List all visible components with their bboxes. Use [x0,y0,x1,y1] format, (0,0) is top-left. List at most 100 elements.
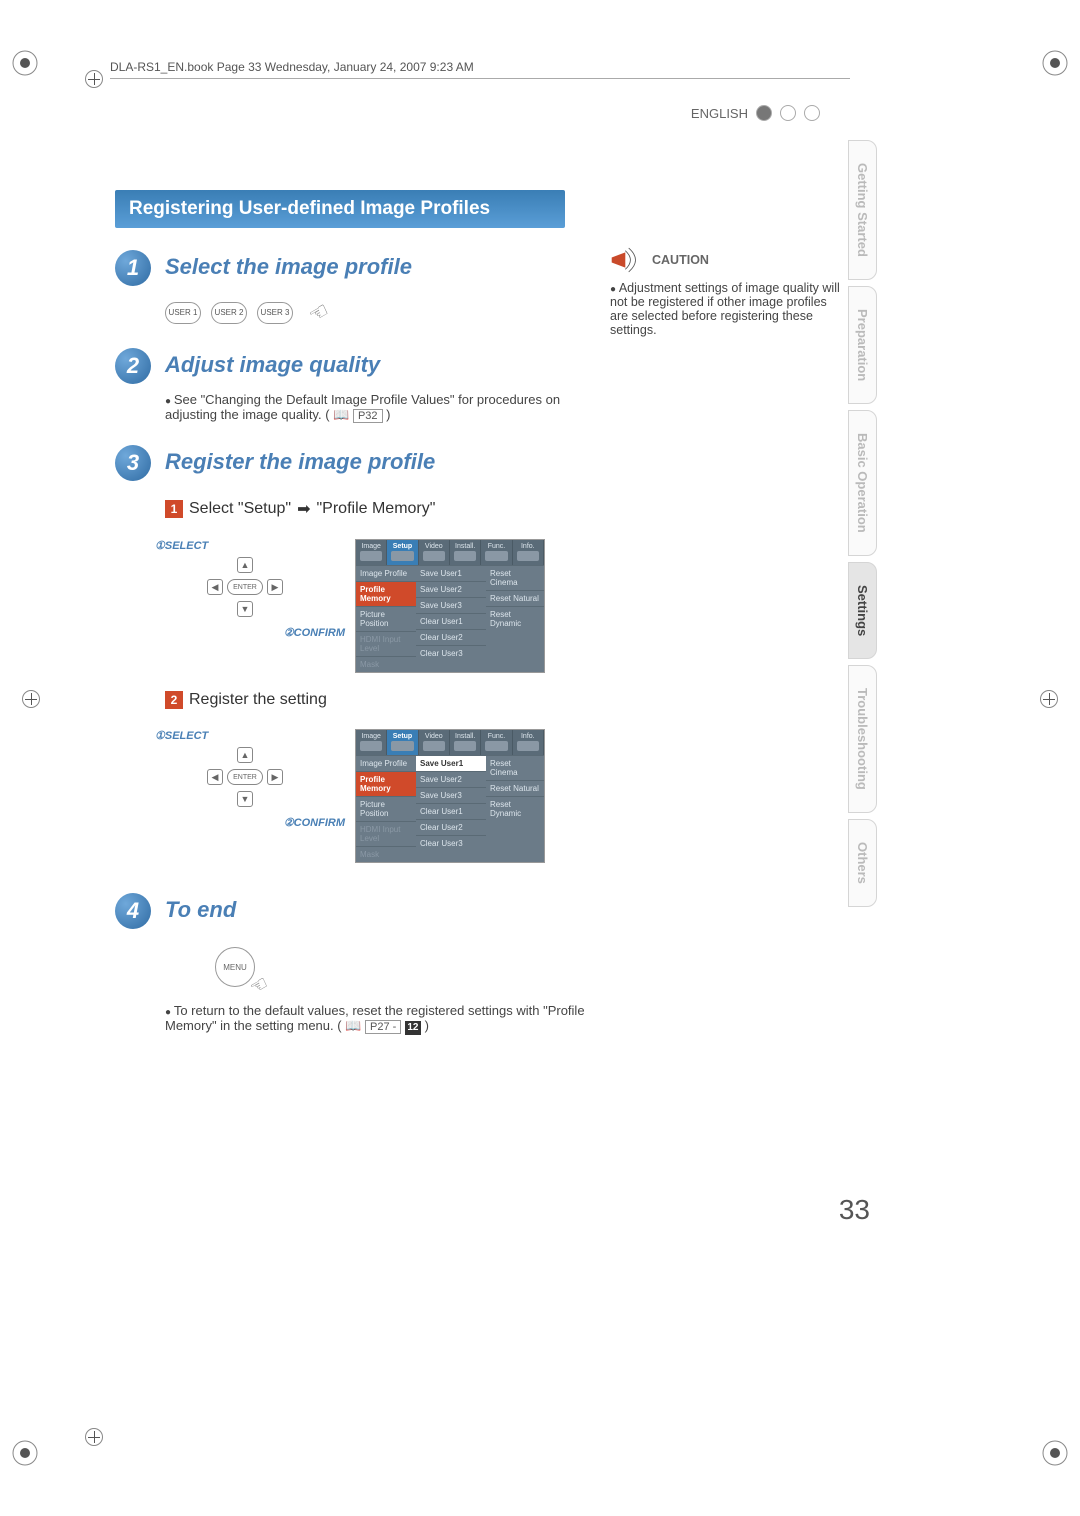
dpad-up-button[interactable]: ▲ [237,747,253,763]
osd-row: Reset Dynamic [486,606,544,631]
substep-badge: 1 [165,500,183,518]
lang-dot-icon [780,105,796,121]
osd-row: Clear User1 [416,613,486,629]
osd-row: Save User3 [416,597,486,613]
dpad-down-button[interactable]: ▼ [237,601,253,617]
language-indicator: ENGLISH [691,105,820,121]
side-tab-settings[interactable]: Settings [848,562,877,659]
osd-tab: Install. [450,730,481,755]
step-title: Register the image profile [165,449,435,475]
menu-button-label: MENU [223,963,247,972]
dpad-up-button[interactable]: ▲ [237,557,253,573]
remote-navpad-diagram: ①SELECT ▲ ▼ ◀ ▶ ENTER ②CONFIRM [155,729,315,829]
substep-badge: 2 [165,691,183,709]
osd-tab: Image [356,540,387,565]
user3-button[interactable]: USER 3 [257,302,293,324]
dpad-left-button[interactable]: ◀ [207,579,223,595]
dpad-left-button[interactable]: ◀ [207,769,223,785]
osd-row: Reset Natural [486,780,544,796]
crop-mark [1040,48,1070,78]
lang-dot-icon [756,105,772,121]
osd-tab: Video [419,540,450,565]
osd-row: Reset Dynamic [486,796,544,821]
osd-row: HDMI Input Level [356,821,416,846]
step-number-badge: 1 [115,250,151,286]
side-tab-basic-operation[interactable]: Basic Operation [848,410,877,556]
side-tab-getting-started[interactable]: Getting Started [848,140,877,280]
press-hand-icon: ☜ [245,970,273,1001]
osd-row: Image Profile [356,755,416,771]
page-ref: P32 [353,409,383,423]
osd-tab: Setup [387,540,418,565]
osd-row: Reset Cinema [486,565,544,590]
step-4: 4 To end [115,893,585,929]
menu-button[interactable]: MENU ☜ [215,947,255,987]
enter-button[interactable]: ENTER [227,769,263,785]
page-ref: P27 - [365,1020,401,1034]
osd-row: Clear User3 [416,835,486,851]
osd-tab: Image [356,730,387,755]
caution-box: CAUTION Adjustment settings of image qua… [610,245,840,337]
osd-row: Save User3 [416,787,486,803]
user2-button[interactable]: USER 2 [211,302,247,324]
dpad-right-button[interactable]: ▶ [267,769,283,785]
side-tab-preparation[interactable]: Preparation [848,286,877,404]
caution-text: Adjustment settings of image quality wil… [610,281,840,337]
osd-tab: Video [419,730,450,755]
osd-row: Clear User2 [416,629,486,645]
osd-row: Clear User2 [416,819,486,835]
dpad-right-button[interactable]: ▶ [267,579,283,595]
osd-tab: Func. [481,730,512,755]
confirm-callout: ②CONFIRM [284,626,345,639]
register-mark [22,690,40,708]
crop-mark [1040,1438,1070,1468]
register-mark [85,1428,103,1446]
side-tab-troubleshooting[interactable]: Troubleshooting [848,665,877,813]
bullet-icon [610,281,619,295]
osd-menu-screenshot: Image Setup Video Install. Func. Info. I… [355,539,545,673]
bullet-icon [165,392,174,407]
megaphone-icon [610,245,644,275]
register-mark [1040,690,1058,708]
confirm-callout: ②CONFIRM [284,816,345,829]
enter-button[interactable]: ENTER [227,579,263,595]
caution-heading: CAUTION [652,253,709,267]
step-note: See "Changing the Default Image Profile … [165,392,585,423]
substep-2: 2 Register the setting [165,691,585,709]
osd-row: Clear User3 [416,645,486,661]
page-ref-icon: 📖 [345,1018,361,1033]
user1-button[interactable]: USER 1 [165,302,201,324]
remote-navpad-diagram: ①SELECT ▲ ▼ ◀ ▶ ENTER ②CONFIRM [155,539,315,639]
osd-menu-screenshot: Image Setup Video Install. Func. Info. I… [355,729,545,863]
step-number-badge: 2 [115,348,151,384]
substep-text: "Profile Memory" [317,500,436,518]
page-ref-num: 12 [405,1021,421,1035]
arrow-right-icon: ➡ [297,499,310,519]
osd-tab: Setup [387,730,418,755]
lang-dot-icon [804,105,820,121]
section-banner: Registering User-defined Image Profiles [115,190,565,228]
step-number-badge: 3 [115,445,151,481]
osd-tab: Func. [481,540,512,565]
note-close: ) [425,1018,429,1033]
step-title: To end [165,897,236,923]
osd-row: Mask [356,846,416,862]
osd-row: Save User1 [416,565,486,581]
step-2: 2 Adjust image quality [115,348,585,384]
select-callout: ①SELECT [155,539,208,552]
select-callout: ①SELECT [155,729,208,742]
language-label: ENGLISH [691,106,748,121]
user-profile-buttons: USER 1 USER 2 USER 3 ☜ [165,300,585,326]
osd-row: Picture Position [356,796,416,821]
osd-row: Mask [356,656,416,672]
osd-row: Save User2 [416,771,486,787]
substep-1: 1 Select "Setup" ➡ "Profile Memory" [165,499,585,519]
substep-text: Register the setting [189,691,327,709]
dpad-down-button[interactable]: ▼ [237,791,253,807]
substep-text: Select "Setup" [189,500,291,518]
step-note: To return to the default values, reset t… [165,1003,585,1035]
side-tab-others[interactable]: Others [848,819,877,907]
osd-row: Profile Memory [356,771,416,796]
crop-mark [10,48,40,78]
osd-row: Clear User1 [416,803,486,819]
